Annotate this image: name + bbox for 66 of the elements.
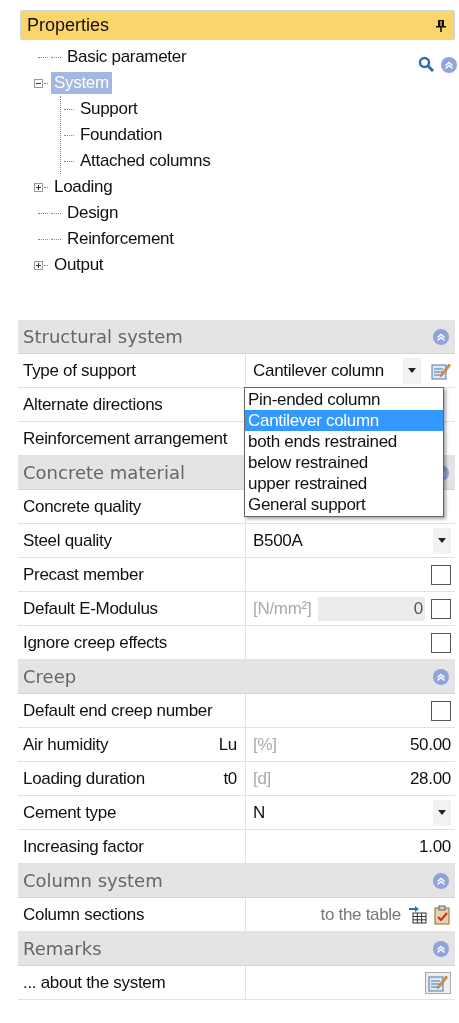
tree-item[interactable]: Output xyxy=(51,254,107,276)
property-label: Precast member xyxy=(23,564,144,585)
checkbox[interactable] xyxy=(431,700,451,721)
section-title: Remarks xyxy=(23,938,102,959)
section-header[interactable]: Creep xyxy=(18,660,455,694)
property-label: Column sections xyxy=(23,904,145,925)
unit-label: [N/mm²] xyxy=(253,598,312,619)
property-label: ... about the system xyxy=(23,972,166,993)
tree-item[interactable]: Foundation xyxy=(77,124,166,146)
section-title: Creep xyxy=(23,666,77,687)
tree-item[interactable]: Reinforcement xyxy=(64,228,177,250)
property-label: Default end creep number xyxy=(23,700,213,721)
dropdown-option[interactable]: both ends restrained xyxy=(245,431,443,452)
panel-title: Properties xyxy=(27,14,110,36)
property-label: Loading duration xyxy=(23,768,145,789)
symbol-label: Lu xyxy=(218,734,237,755)
dropdown-value[interactable]: N xyxy=(253,802,265,823)
dropdown-value[interactable]: Cantilever column xyxy=(253,360,384,381)
table-link[interactable]: to the table xyxy=(320,904,401,925)
value-field: 0 xyxy=(318,596,425,621)
tree-item[interactable]: Loading xyxy=(51,176,116,198)
property-label: Cement type xyxy=(23,802,117,823)
dropdown-option[interactable]: Pin-ended column xyxy=(245,389,443,410)
tree-item[interactable]: Basic parameter xyxy=(64,46,190,68)
tree-item[interactable]: Design xyxy=(64,202,122,224)
caret-icon[interactable] xyxy=(408,368,416,373)
property-label: Default E-Modulus xyxy=(23,598,158,619)
expand-toggle[interactable] xyxy=(34,260,43,270)
caret-icon[interactable] xyxy=(438,538,446,543)
section-header[interactable]: Remarks xyxy=(18,932,455,966)
dropdown-option[interactable]: General support xyxy=(245,494,443,515)
section-title: Structural system xyxy=(23,326,183,347)
unit-label: [%] xyxy=(253,734,277,755)
value-field[interactable]: 28.00 xyxy=(409,768,451,789)
pin-icon[interactable] xyxy=(436,18,446,32)
property-label: Steel quality xyxy=(23,530,112,551)
tree-item[interactable]: Support xyxy=(77,98,141,120)
section-header[interactable]: Column system xyxy=(18,864,455,898)
table-import-icon[interactable] xyxy=(407,905,427,924)
checkbox[interactable] xyxy=(431,632,451,653)
value-field[interactable]: 50.00 xyxy=(409,734,451,755)
tree-item[interactable]: Attached columns xyxy=(77,150,214,172)
expand-toggle[interactable] xyxy=(34,182,43,192)
property-label: Increasing factor xyxy=(23,836,144,857)
caret-icon[interactable] xyxy=(438,810,446,815)
property-label: Alternate directions xyxy=(23,394,163,415)
property-label: Ignore creep effects xyxy=(23,632,167,653)
property-label: Concrete quality xyxy=(23,496,142,517)
value-field[interactable]: 1.00 xyxy=(419,836,451,857)
edit-icon[interactable] xyxy=(431,361,451,380)
property-label: Type of support xyxy=(23,360,136,381)
search-icon[interactable] xyxy=(418,56,435,73)
clipboard-check-icon[interactable] xyxy=(433,904,451,925)
collapse-toggle[interactable] xyxy=(34,78,43,88)
section-title: Column system xyxy=(23,870,163,891)
property-label: Air humidity xyxy=(23,734,109,755)
dropdown-option[interactable]: upper restrained xyxy=(245,473,443,494)
unit-label: [d] xyxy=(253,768,271,789)
symbol-label: t0 xyxy=(223,768,237,789)
property-label: Reinforcement arrangement xyxy=(23,428,228,449)
section-header[interactable]: Structural system xyxy=(18,320,455,354)
section-title: Concrete material xyxy=(23,462,185,483)
dropdown-option[interactable]: below restrained xyxy=(245,452,443,473)
checkbox[interactable] xyxy=(431,598,451,619)
checkbox[interactable] xyxy=(431,564,451,585)
dropdown-value[interactable]: B500A xyxy=(253,530,303,551)
